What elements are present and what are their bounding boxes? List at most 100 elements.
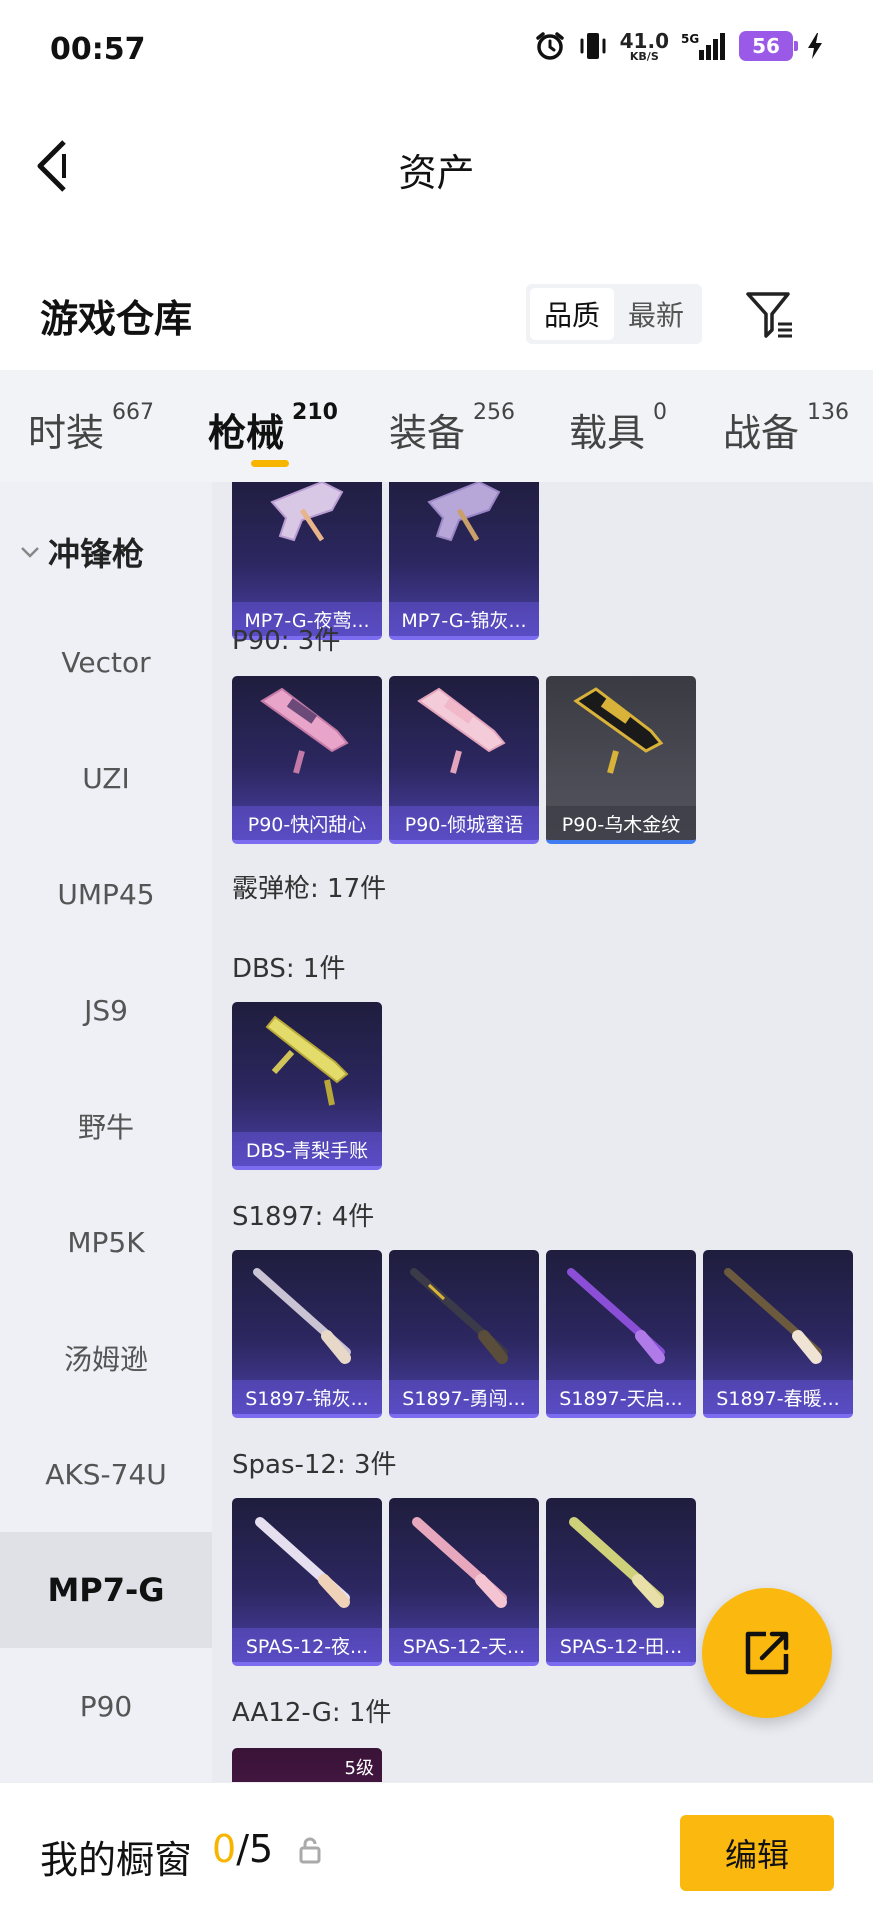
weapon-card[interactable]: SPAS-12-夜... <box>232 1498 382 1666</box>
sidebar-item-ump45[interactable]: UMP45 <box>0 836 212 952</box>
weapon-card[interactable]: P90-快闪甜心 <box>232 676 382 844</box>
weapon-thumbnail <box>253 1268 351 1364</box>
weapon-thumbnail <box>270 482 344 542</box>
weapon-card[interactable]: S1897-春暖... <box>703 1250 853 1418</box>
page-title: 资产 <box>398 151 475 195</box>
sidebar-item-aks74u[interactable]: AKS-74U <box>0 1416 212 1532</box>
sidebar-item-p90[interactable]: P90 <box>0 1648 212 1764</box>
header: 资产 <box>0 110 873 220</box>
weapon-card[interactable]: S1897-天启... <box>546 1250 696 1418</box>
tab-count: 0 <box>653 400 668 425</box>
weapon-thumbnail <box>265 1015 349 1106</box>
svg-text:5G: 5G <box>681 32 699 46</box>
showcase-title: 我的橱窗 <box>40 1838 193 1882</box>
group-label-aa12: AA12-G: 1件 <box>232 1698 392 1728</box>
weapon-thumbnail <box>412 1517 507 1608</box>
vibrate-icon <box>578 30 608 62</box>
sort-toggle: 品质 最新 <box>526 284 703 344</box>
weapon-card[interactable]: P90-乌木金纹 <box>546 676 696 844</box>
weapon-name: MP7-G-锦灰... <box>389 602 539 636</box>
filter-icon <box>746 292 792 338</box>
group-label-spas12: Spas-12: 3件 <box>232 1450 397 1480</box>
share-icon <box>745 1631 789 1675</box>
tab-label: 载具 <box>569 411 646 455</box>
weapon-thumbnail <box>573 687 664 774</box>
weapon-thumbnail <box>724 1268 822 1364</box>
section-title: 游戏仓库 <box>40 297 193 341</box>
weapon-card[interactable]: SPAS-12-天... <box>389 1498 539 1666</box>
weapon-card[interactable]: 5级 <box>232 1748 382 1782</box>
sidebar-group-smg[interactable]: 冲锋枪 <box>0 522 212 582</box>
weapon-card[interactable]: MP7-G-锦灰... <box>389 482 539 640</box>
status-icons: 41.0 KB/S 5G 56 <box>534 30 825 62</box>
status-time: 00:57 <box>50 32 146 67</box>
lock-icon <box>299 1837 321 1864</box>
sort-latest-button[interactable]: 最新 <box>614 288 698 340</box>
network-speed: 41.0 KB/S <box>620 31 669 62</box>
weapon-card[interactable]: MP7-G-夜莺... <box>232 482 382 640</box>
showcase-bar: 我的橱窗 0/5 编辑 <box>0 1782 873 1920</box>
category-tabs: 时装 667 枪械 210 装备 256 载具 0 战备 136 <box>0 370 873 482</box>
weapon-name: S1897-勇闯... <box>389 1380 539 1414</box>
weapon-thumbnail <box>427 482 501 542</box>
weapon-name: SPAS-12-田... <box>546 1628 696 1662</box>
alarm-icon <box>534 30 566 62</box>
weapon-card[interactable]: S1897-锦灰... <box>232 1250 382 1418</box>
sidebar-item-uzi[interactable]: UZI <box>0 720 212 836</box>
tab-label: 装备 <box>389 411 466 455</box>
charging-icon <box>805 31 825 61</box>
weapon-thumbnail <box>567 1268 665 1364</box>
weapon-grid: MP7-G-夜莺... MP7-G-锦灰... P90: 3件 P90-快闪甜心… <box>212 482 873 1782</box>
sidebar-item-js9[interactable]: JS9 <box>0 952 212 1068</box>
tab-label: 时装 <box>28 411 105 455</box>
tab-label: 战备 <box>723 411 800 455</box>
tab-label: 枪械 <box>208 411 285 455</box>
speed-unit: KB/S <box>629 49 659 63</box>
tab-count: 136 <box>807 400 850 425</box>
weapon-name: S1897-春暖... <box>703 1380 853 1414</box>
battery-indicator: 56 <box>739 31 798 61</box>
tab-vehicles[interactable]: 载具 0 <box>569 400 668 457</box>
speed-value: 41.0 <box>619 28 669 53</box>
tab-count: 256 <box>473 400 516 425</box>
weapon-card[interactable]: DBS-青梨手账 <box>232 1002 382 1170</box>
weapon-name: SPAS-12-夜... <box>232 1628 382 1662</box>
weapon-card[interactable]: P90-倾城蜜语 <box>389 676 539 844</box>
showcase-total: /5 <box>236 1827 274 1871</box>
weapon-thumbnail <box>569 1517 664 1608</box>
sidebar-group-label: 冲锋枪 <box>48 535 145 573</box>
filter-button[interactable] <box>742 286 798 342</box>
tab-count: 210 <box>292 400 338 425</box>
weapon-sidebar: 冲锋枪 Vector UZI UMP45 JS9 野牛 MP5K 汤姆逊 AKS… <box>0 482 212 1782</box>
sidebar-item-thompson[interactable]: 汤姆逊 <box>0 1300 212 1416</box>
tab-tactical[interactable]: 战备 136 <box>723 400 850 457</box>
edit-button[interactable]: 编辑 <box>680 1815 834 1891</box>
weapon-card[interactable]: SPAS-12-田... <box>546 1498 696 1666</box>
tab-equipment[interactable]: 装备 256 <box>389 400 516 457</box>
sidebar-item-bizon[interactable]: 野牛 <box>0 1068 212 1184</box>
weapon-name: DBS-青梨手账 <box>232 1132 382 1166</box>
group-label-shotgun: 霰弹枪: 17件 <box>232 874 387 904</box>
sidebar-item-mp5k[interactable]: MP5K <box>0 1184 212 1300</box>
sort-quality-button[interactable]: 品质 <box>530 288 615 340</box>
group-label-s1897: S1897: 4件 <box>232 1202 375 1232</box>
weapon-thumbnail <box>255 1517 350 1608</box>
weapon-thumbnail <box>260 687 349 774</box>
weapon-name: SPAS-12-天... <box>389 1628 539 1662</box>
weapon-thumbnail <box>417 687 506 774</box>
weapon-thumbnail <box>410 1268 508 1364</box>
group-label-p90: P90: 3件 <box>232 626 341 656</box>
weapon-name: S1897-天启... <box>546 1380 696 1414</box>
tier-badge: 5级 <box>344 1758 374 1779</box>
sidebar-item-vector[interactable]: Vector <box>0 604 212 720</box>
signal-icon: 5G <box>681 30 727 62</box>
tab-guns[interactable]: 枪械 210 <box>208 400 338 457</box>
group-label-dbs: DBS: 1件 <box>232 954 346 984</box>
weapon-name: P90-快闪甜心 <box>232 806 382 840</box>
sidebar-item-mp7g[interactable]: MP7-G <box>0 1532 212 1648</box>
tab-fashion[interactable]: 时装 667 <box>28 400 154 457</box>
warehouse-header: 游戏仓库 品质 最新 <box>0 270 873 360</box>
showcase-current: 0 <box>212 1827 237 1871</box>
share-button[interactable] <box>702 1588 832 1718</box>
weapon-card[interactable]: S1897-勇闯... <box>389 1250 539 1418</box>
